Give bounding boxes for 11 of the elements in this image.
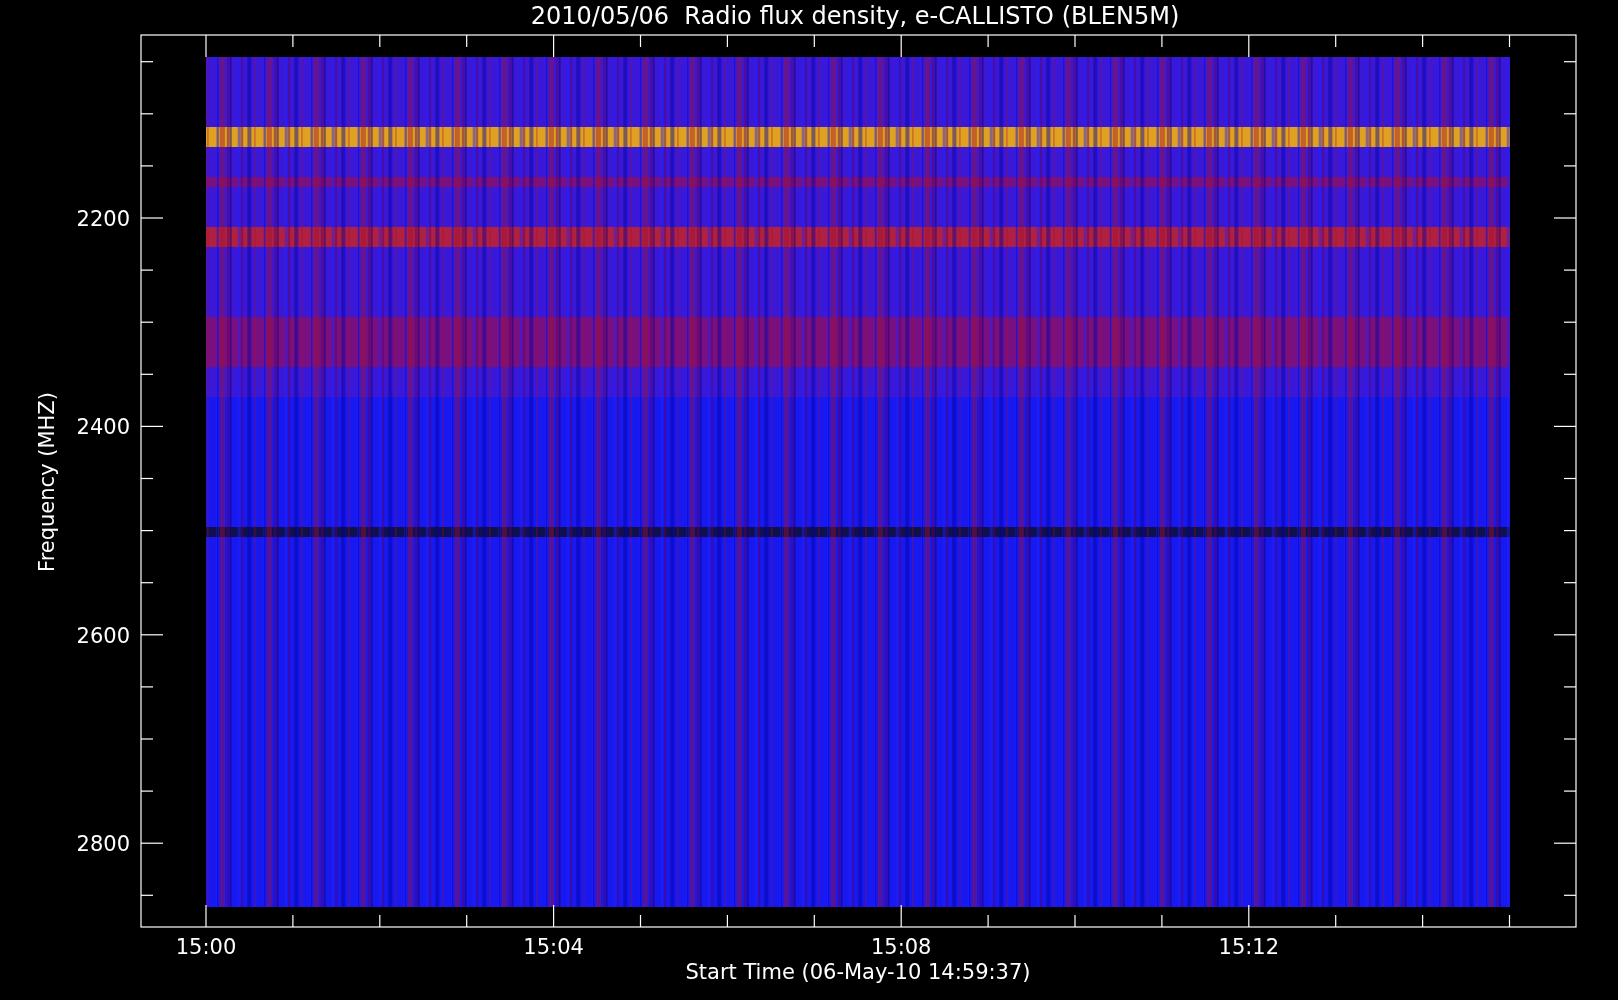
- tick-label: 15:00: [175, 935, 237, 959]
- tick-label: 2200: [76, 207, 130, 231]
- plot-title: 2010/05/06 Radio flux density, e-CALLISTO (BLEN5M): [530, 2, 1180, 30]
- tick-label: 15:04: [523, 935, 584, 959]
- tick-label: 2400: [76, 415, 130, 440]
- tick-label: 2800: [76, 832, 130, 857]
- tick-label: 2600: [76, 623, 130, 648]
- axis-label: Start Time (06-May-10 14:59:37): [685, 960, 1031, 984]
- axis-label: Frequency (MHZ): [35, 392, 59, 572]
- tick-label: 15:08: [870, 935, 932, 959]
- tick-label: 15:12: [1218, 935, 1280, 959]
